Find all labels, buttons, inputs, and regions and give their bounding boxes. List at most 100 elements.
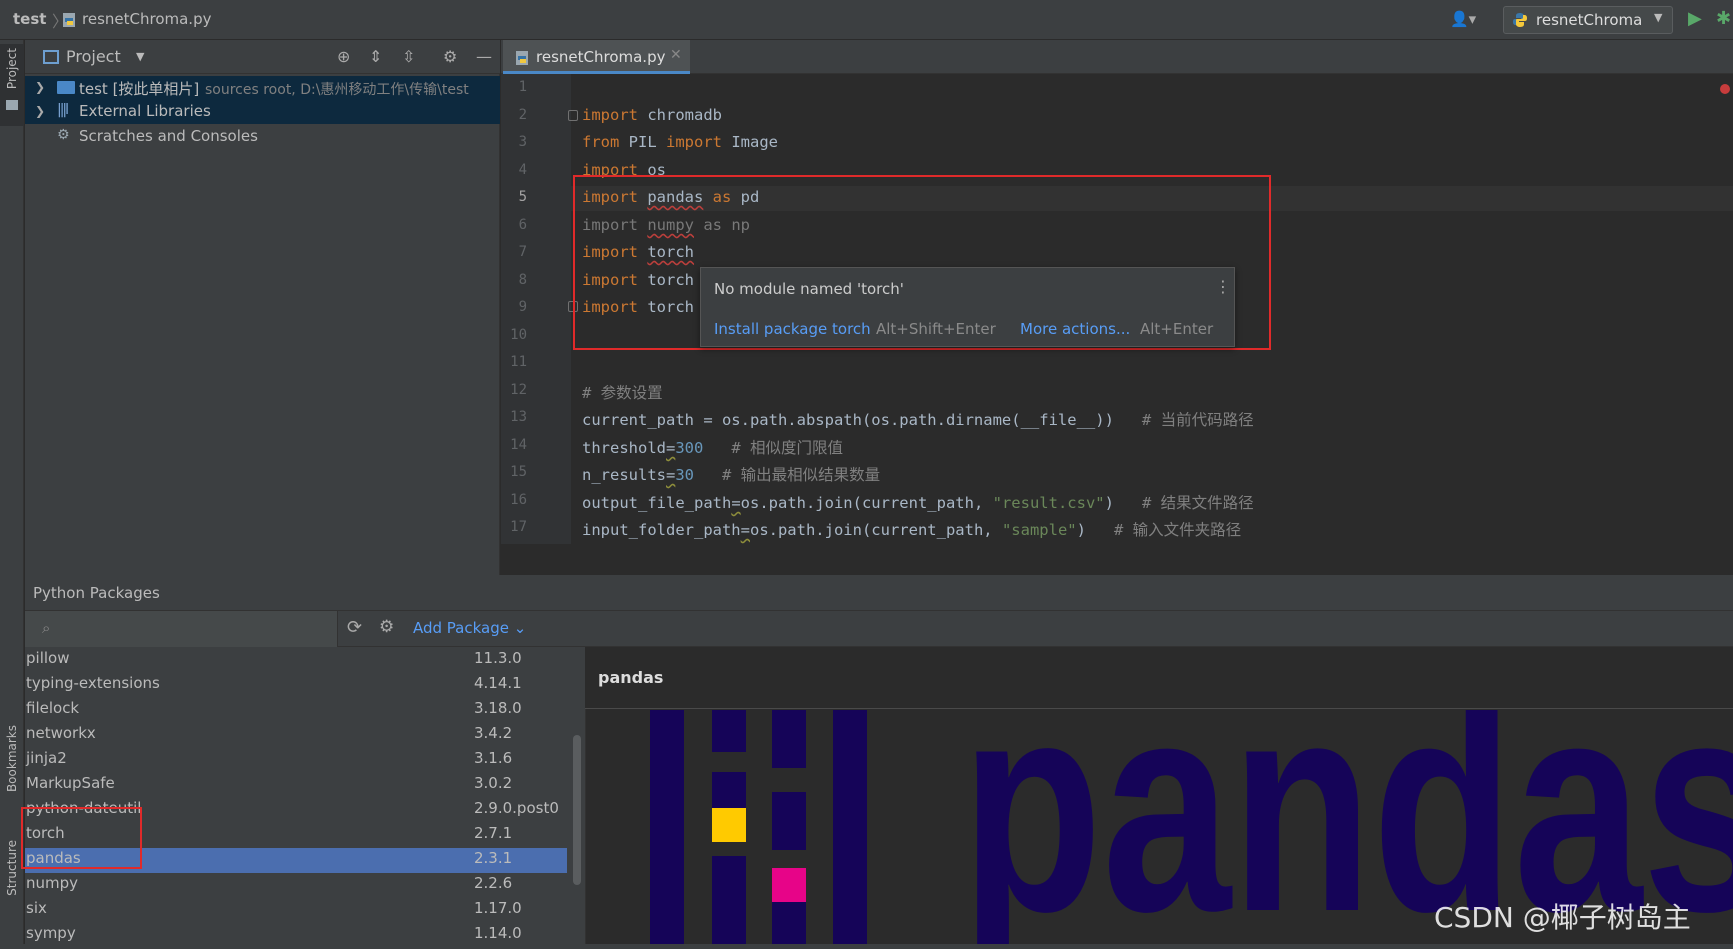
python-icon [1513, 13, 1527, 27]
code-line-3: from PIL import Image [582, 133, 778, 151]
line-number: 6 [518, 217, 527, 233]
code-line-14: threshold=300 # 相似度门限值 [582, 439, 844, 457]
package-version: 2.9.0.post0 [474, 799, 559, 817]
line-number: 1 [518, 79, 527, 95]
search-icon: ⌕ [42, 619, 51, 637]
package-name[interactable]: filelock [26, 699, 79, 717]
play-icon[interactable]: ▶ [1688, 8, 1702, 29]
bug-icon[interactable]: ✱ [1716, 8, 1731, 29]
code-line-15: n_results=30 # 输出最相似结果数量 [582, 466, 881, 484]
package-version: 1.17.0 [474, 899, 522, 917]
package-version: 3.18.0 [474, 699, 522, 717]
stripe-structure-label[interactable]: Structure [5, 840, 19, 896]
chevron-right-icon[interactable]: ❯ [35, 80, 45, 94]
line-number: 15 [510, 464, 527, 480]
package-detail-name: pandas [598, 668, 664, 687]
tooltip-message: No module named 'torch' [714, 280, 904, 298]
package-version: 1.14.0 [474, 924, 522, 942]
bottom-tool-bar [0, 944, 1733, 949]
error-indicator-icon[interactable] [1720, 84, 1730, 94]
run-configuration-selector[interactable]: resnetChroma ▼ [1503, 6, 1673, 34]
package-name[interactable]: pillow [26, 649, 69, 667]
chevron-down-icon: ▼ [1654, 11, 1663, 24]
package-search-input[interactable] [25, 611, 338, 647]
python-file-icon [516, 51, 528, 65]
chevron-right-icon[interactable]: ❯ [35, 104, 45, 118]
stripe-bookmarks-label[interactable]: Bookmarks [5, 725, 19, 792]
code-line-12: # 参数设置 [582, 384, 663, 402]
tree-label-scratches[interactable]: Scratches and Consoles [79, 127, 258, 145]
packages-title-bar [25, 575, 1733, 611]
expand-all-icon[interactable]: ⇕ [369, 47, 382, 66]
gear-icon[interactable]: ⚙ [443, 47, 457, 66]
project-panel-title[interactable]: Project [66, 47, 121, 66]
install-shortcut: Alt+Shift+Enter [876, 320, 996, 338]
code-line-13: current_path = os.path.abspath(os.path.d… [582, 411, 1254, 429]
install-package-link[interactable]: Install package torch [714, 320, 871, 338]
line-number: 4 [518, 162, 527, 178]
tab-label: resnetChroma.py [536, 48, 666, 66]
line-number: 7 [518, 244, 527, 260]
line-number: 5 [518, 189, 527, 205]
collapse-all-icon[interactable]: ⇳ [402, 47, 415, 66]
package-name[interactable]: typing-extensions [26, 674, 160, 692]
user-icon[interactable]: 👤▾ [1450, 10, 1486, 30]
line-number: 2 [518, 107, 527, 123]
package-name[interactable]: jinja2 [26, 749, 67, 767]
line-number: 3 [518, 134, 527, 150]
package-version: 3.1.6 [474, 749, 513, 767]
folder-icon [6, 100, 18, 110]
tree-label-test: test [按此单相片] [79, 80, 200, 98]
run-configuration-label: resnetChroma [1536, 11, 1643, 29]
add-package-button[interactable]: Add Package ⌄ [413, 619, 526, 637]
line-number: 14 [510, 437, 527, 453]
package-name[interactable]: numpy [26, 874, 78, 892]
more-actions-shortcut: Alt+Enter [1140, 320, 1214, 338]
line-number: 9 [518, 299, 527, 315]
package-name[interactable]: six [26, 899, 47, 917]
tree-detail-test: sources root, D:\惠州移动工作\传输\test [205, 82, 469, 98]
close-icon[interactable]: ✕ [670, 47, 682, 63]
line-number: 17 [510, 519, 527, 535]
package-version: 4.14.1 [474, 674, 522, 692]
package-version: 2.3.1 [474, 849, 513, 867]
packages-toolbar [338, 611, 1733, 647]
package-list-scrollbar[interactable] [573, 735, 581, 885]
line-number: 11 [510, 354, 527, 370]
stripe-project-label[interactable]: Project [5, 48, 19, 89]
chevron-down-icon[interactable]: ▼ [136, 50, 144, 63]
hide-icon[interactable]: — [476, 47, 492, 66]
refresh-icon[interactable]: ⟳ [347, 617, 362, 638]
package-version: 3.0.2 [474, 774, 513, 792]
line-number: 8 [518, 272, 527, 288]
package-version: 3.4.2 [474, 724, 513, 742]
more-actions-link[interactable]: More actions... [1020, 320, 1130, 338]
more-vertical-icon[interactable]: ⋮ [1215, 277, 1231, 296]
line-number: 12 [510, 382, 527, 398]
scratches-icon: ⚙ [57, 127, 70, 143]
code-line-2: import chromadb [582, 106, 722, 124]
code-line-17: input_folder_path=os.path.join(current_p… [582, 521, 1242, 539]
package-detail-header [585, 647, 1733, 709]
project-view-icon [43, 50, 59, 64]
packages-title: Python Packages [33, 584, 160, 602]
gear-icon[interactable]: ⚙ [379, 617, 394, 637]
package-name[interactable]: networkx [26, 724, 96, 742]
package-name[interactable]: MarkupSafe [26, 774, 115, 792]
line-number: 13 [510, 409, 527, 425]
highlight-box-packages [21, 807, 142, 869]
package-version: 11.3.0 [474, 649, 522, 667]
locate-icon[interactable]: ⊕ [337, 47, 350, 66]
code-line-16: output_file_path=os.path.join(current_pa… [582, 494, 1254, 512]
breadcrumb-file[interactable]: resnetChroma.py [82, 10, 211, 28]
package-name[interactable]: sympy [26, 924, 76, 942]
line-number: 10 [510, 327, 527, 343]
line-number: 16 [510, 492, 527, 508]
library-icon: |||l [57, 102, 69, 118]
breadcrumb-project[interactable]: test [13, 10, 46, 28]
fold-marker-icon[interactable] [568, 110, 578, 121]
package-version: 2.2.6 [474, 874, 513, 892]
package-version: 2.7.1 [474, 824, 513, 842]
folder-icon [57, 81, 75, 94]
tree-label-external-libraries: External Libraries [79, 102, 211, 120]
